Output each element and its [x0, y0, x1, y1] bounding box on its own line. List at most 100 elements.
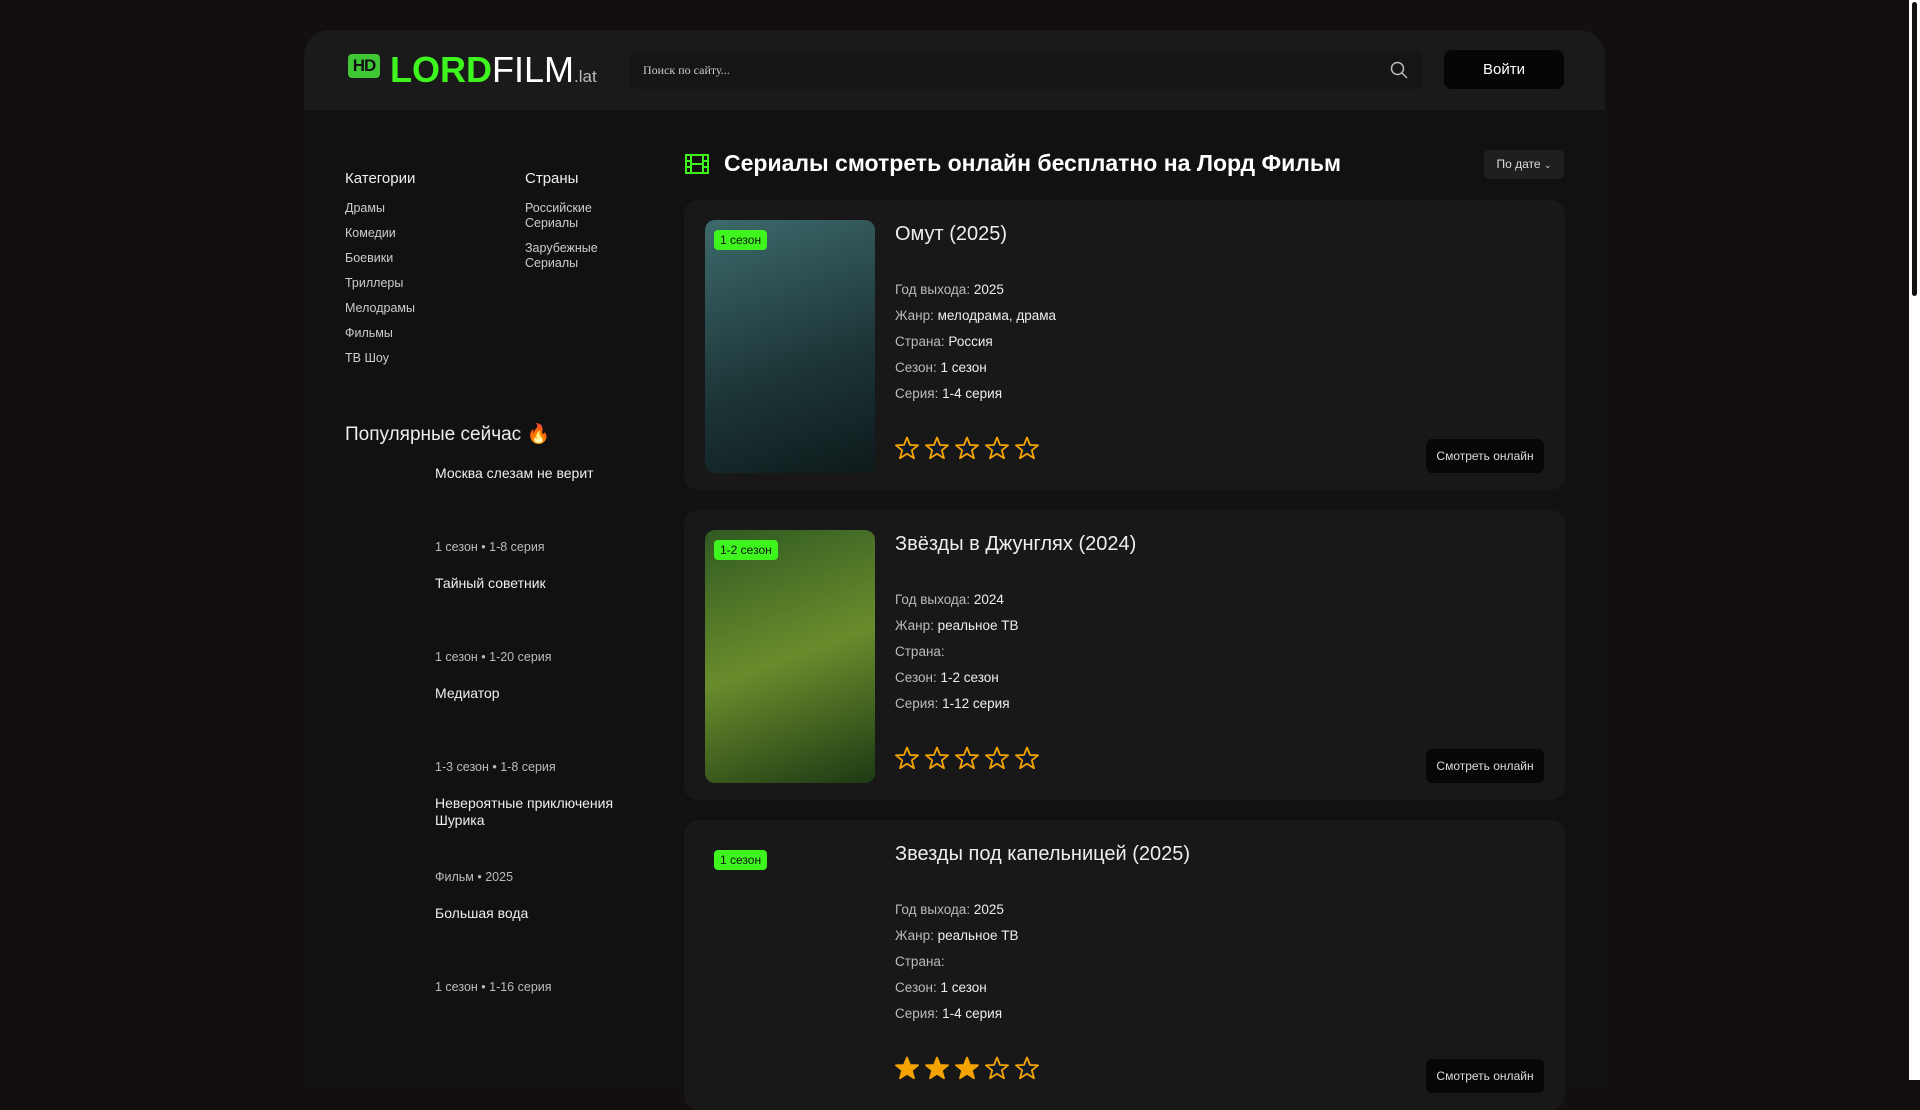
search-input[interactable] — [629, 51, 1369, 89]
info-label: Год выхода: — [895, 902, 974, 917]
star-empty-icon[interactable] — [895, 436, 919, 460]
category-link[interactable]: Драмы — [345, 201, 385, 216]
info-value[interactable]: мелодрама, драма — [938, 308, 1056, 323]
info-label: Страна: — [895, 954, 945, 969]
info-year: Год выхода: 2024 — [895, 592, 1004, 607]
star-empty-icon[interactable] — [925, 746, 949, 770]
info-label: Сезон: — [895, 670, 941, 685]
popular-title: Популярные сейчас 🔥 — [345, 424, 551, 445]
series-title[interactable]: Звёзды в Джунглях (2024) — [895, 533, 1136, 556]
info-year: Год выхода: 2025 — [895, 902, 1004, 917]
star-empty-icon[interactable] — [955, 436, 979, 460]
info-genre: Жанр: реальное ТВ — [895, 618, 1019, 633]
watch-online-button[interactable]: Смотреть онлайн — [1426, 749, 1544, 783]
login-button[interactable]: Войти — [1444, 50, 1564, 89]
info-label: Сезон: — [895, 980, 941, 995]
star-empty-icon[interactable] — [1015, 746, 1039, 770]
info-label: Страна: — [895, 334, 949, 349]
info-country: Страна: — [895, 644, 945, 659]
info-episode: Серия: 1-4 серия — [895, 386, 1002, 401]
info-value: 1-4 серия — [942, 1006, 1003, 1021]
star-empty-icon[interactable] — [1015, 436, 1039, 460]
info-label: Жанр: — [895, 928, 938, 943]
poster-image[interactable] — [705, 220, 875, 473]
category-link[interactable]: Комедии — [345, 226, 396, 241]
search-box — [629, 51, 1423, 89]
popular-item-title[interactable]: Медиатор — [435, 685, 645, 702]
info-value[interactable]: реальное ТВ — [938, 618, 1019, 633]
season-badge: 1 сезон — [714, 230, 768, 250]
logo-tld: .lat — [574, 67, 597, 86]
popular-item-title[interactable]: Большая вода — [435, 905, 645, 922]
series-card: 1-2 сезон Звёзды в Джунглях (2024) Год в… — [684, 510, 1565, 800]
info-label: Сезон: — [895, 360, 941, 375]
info-label: Жанр: — [895, 308, 938, 323]
popular-item-meta: 1 сезон • 1-16 серия — [435, 980, 552, 994]
info-value: 2025 — [973, 282, 1004, 297]
season-badge: 1-2 сезон — [714, 540, 778, 560]
info-label: Серия: — [895, 696, 943, 711]
star-empty-icon[interactable] — [925, 436, 949, 460]
series-title[interactable]: Омут (2025) — [895, 223, 1007, 246]
star-empty-icon[interactable] — [895, 746, 919, 770]
star-filled-icon[interactable] — [955, 1056, 979, 1080]
info-value: 1 сезон — [940, 980, 987, 995]
watch-online-button[interactable]: Смотреть онлайн — [1426, 1059, 1544, 1093]
watch-online-button[interactable]: Смотреть онлайн — [1426, 439, 1544, 473]
scrollbar-thumb[interactable] — [1912, 2, 1917, 296]
star-empty-icon[interactable] — [955, 746, 979, 770]
info-season: Сезон: 1-2 сезон — [895, 670, 999, 685]
category-link[interactable]: Фильмы — [345, 326, 393, 341]
series-title[interactable]: Звезды под капельницей (2025) — [895, 843, 1190, 866]
sort-label: По дате — [1496, 157, 1541, 171]
country-link-russian[interactable]: Российские Сериалы — [525, 201, 615, 231]
poster-image[interactable] — [705, 530, 875, 783]
star-empty-icon[interactable] — [985, 746, 1009, 770]
poster-image[interactable] — [705, 840, 875, 1093]
category-link[interactable]: Мелодрамы — [345, 301, 415, 316]
category-link[interactable]: ТВ Шоу — [345, 351, 389, 366]
popular-item-title[interactable]: Москва слезам не верит — [435, 465, 645, 482]
country-link-foreign[interactable]: Зарубежные Сериалы — [525, 241, 615, 271]
info-value[interactable]: реальное ТВ — [938, 928, 1019, 943]
star-empty-icon[interactable] — [985, 436, 1009, 460]
rating-stars[interactable] — [895, 436, 1039, 460]
info-label: Год выхода: — [895, 282, 974, 297]
info-value: 1-12 серия — [942, 696, 1010, 711]
site-logo[interactable]: LORDFILM.lat — [390, 48, 597, 99]
rating-stars[interactable] — [895, 1056, 1039, 1080]
page-title: Сериалы смотреть онлайн бесплатно на Лор… — [724, 150, 1342, 176]
scrollbar[interactable] — [1909, 0, 1920, 1080]
info-country: Страна: — [895, 954, 945, 969]
info-genre: Жанр: мелодрама, драма — [895, 308, 1056, 323]
category-link[interactable]: Боевики — [345, 251, 393, 266]
popular-item-meta: 1 сезон • 1-20 серия — [435, 650, 552, 664]
popular-item-title[interactable]: Тайный советник — [435, 575, 645, 592]
categories-title: Категории — [345, 170, 416, 187]
rating-stars[interactable] — [895, 746, 1039, 770]
logo-film: FILM — [492, 49, 575, 90]
info-value: 1-2 сезон — [940, 670, 999, 685]
info-value: 2025 — [973, 902, 1004, 917]
sort-dropdown[interactable]: По дате ⌄ — [1484, 150, 1564, 179]
star-empty-icon[interactable] — [1015, 1056, 1039, 1080]
season-badge: 1 сезон — [714, 850, 768, 870]
search-icon[interactable] — [1389, 60, 1409, 80]
countries-title: Страны — [525, 170, 579, 187]
star-filled-icon[interactable] — [925, 1056, 949, 1080]
series-card: 1 сезон Звезды под капельницей (2025) Го… — [684, 820, 1565, 1110]
category-link[interactable]: Триллеры — [345, 276, 403, 291]
info-value: 2024 — [973, 592, 1004, 607]
info-value[interactable]: Россия — [948, 334, 992, 349]
star-filled-icon[interactable] — [895, 1056, 919, 1080]
popular-item-title[interactable]: Невероятные приключения Шурика — [435, 795, 645, 829]
logo-lord: LORD — [390, 49, 492, 90]
info-label: Серия: — [895, 386, 943, 401]
info-year: Год выхода: 2025 — [895, 282, 1004, 297]
star-empty-icon[interactable] — [985, 1056, 1009, 1080]
film-icon — [685, 154, 709, 174]
chevron-down-icon: ⌄ — [1543, 160, 1552, 170]
info-value: 1 сезон — [940, 360, 987, 375]
hd-logo-icon[interactable]: HD — [348, 54, 380, 78]
info-season: Сезон: 1 сезон — [895, 360, 987, 375]
